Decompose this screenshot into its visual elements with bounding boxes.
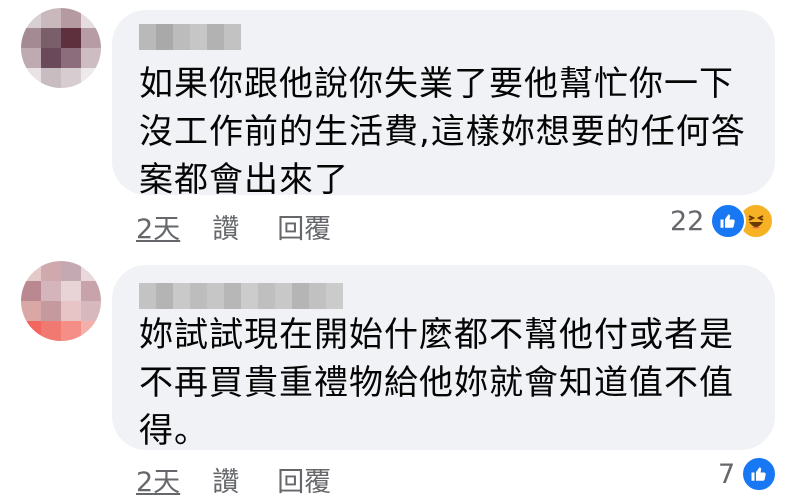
reaction-count: 22 — [670, 205, 705, 237]
reply-button[interactable]: 回覆 — [277, 207, 331, 246]
commenter-name-blurred[interactable] — [139, 283, 343, 309]
comment-text-line: 案都會出來了 — [139, 160, 349, 200]
comment-bubble: 妳試試現在開始什麼都不幫他付或者是 不再買貴重禮物給他妳就會知道值不值 得。 — [112, 265, 775, 451]
comment-text: 如果你跟他說你失業了要他幫忙你一下 沒工作前的生活費,這樣妳想要的任何答 案都會… — [139, 60, 746, 204]
comment-text: 妳試試現在開始什麼都不幫他付或者是 不再買貴重禮物給他妳就會知道值不值 得。 — [139, 311, 734, 455]
reaction-count: 7 — [718, 458, 736, 490]
comment-bubble: 如果你跟他說你失業了要他幫忙你一下 沒工作前的生活費,這樣妳想要的任何答 案都會… — [112, 10, 775, 200]
comment-text-line: 沒工作前的生活費,這樣妳想要的任何答 — [139, 112, 746, 152]
comment-text-line: 不再買貴重禮物給他妳就會知道值不值 — [139, 363, 734, 403]
commenter-name-blurred[interactable] — [139, 24, 241, 50]
reply-button[interactable]: 回覆 — [277, 460, 331, 499]
comment-text-line: 妳試試現在開始什麼都不幫他付或者是 — [139, 315, 734, 355]
like-icon — [710, 203, 747, 239]
comment-text-line: 如果你跟他說你失業了要他幫忙你一下 — [139, 64, 734, 104]
like-button[interactable]: 讚 — [212, 207, 239, 246]
reaction-summary[interactable]: 7 — [718, 456, 778, 492]
like-icon — [741, 456, 778, 492]
timestamp-link[interactable]: 2天 — [136, 207, 180, 246]
comment-actions: 2天 讚 回覆 — [136, 460, 331, 499]
avatar[interactable] — [21, 8, 101, 88]
avatar[interactable] — [21, 261, 101, 341]
like-button[interactable]: 讚 — [212, 460, 239, 499]
comment-actions: 2天 讚 回覆 — [136, 207, 331, 246]
comment-text-line: 得。 — [139, 411, 209, 451]
reaction-summary[interactable]: 22 — [670, 203, 775, 239]
timestamp-link[interactable]: 2天 — [136, 460, 180, 499]
